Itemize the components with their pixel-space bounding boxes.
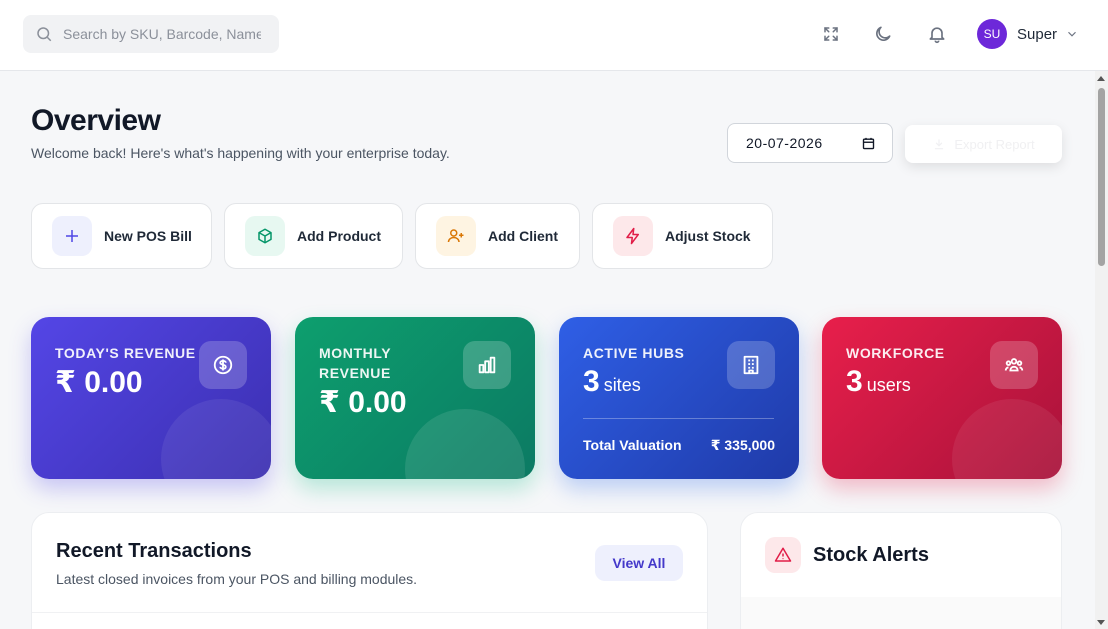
- box-icon: [245, 216, 285, 256]
- stat-value: 3 sites: [583, 365, 641, 399]
- stat-number: 3: [583, 365, 600, 398]
- bar-chart-icon: [463, 341, 511, 389]
- top-bar: SU Super: [0, 0, 1108, 71]
- stat-value: ₹ 0.00: [319, 386, 407, 419]
- download-icon: [935, 139, 944, 150]
- users-icon: [990, 341, 1038, 389]
- new-pos-bill-button[interactable]: New POS Bill: [31, 203, 212, 269]
- plus-icon: [52, 216, 92, 256]
- card-decoration: [161, 399, 271, 479]
- stat-unit: users: [866, 375, 911, 395]
- card-divider: [583, 418, 774, 419]
- stock-alerts-panel: Stock Alerts: [740, 512, 1062, 629]
- scroll-down-arrow-icon[interactable]: [1097, 620, 1105, 625]
- total-valuation-label: Total Valuation: [583, 437, 682, 453]
- building-icon: [727, 341, 775, 389]
- stat-unit: sites: [603, 375, 641, 395]
- export-report-button[interactable]: Export Report: [905, 125, 1062, 163]
- avatar: SU: [977, 19, 1007, 49]
- add-client-button[interactable]: Add Client: [415, 203, 580, 269]
- panel-title: Recent Transactions: [56, 540, 252, 562]
- chevron-down-icon: [1065, 27, 1079, 41]
- card-decoration: [952, 399, 1062, 479]
- stat-value: ₹ 0.00: [55, 366, 143, 399]
- page-title: Overview: [31, 104, 161, 137]
- bell-icon[interactable]: [925, 22, 949, 46]
- panel-title: Stock Alerts: [813, 544, 929, 566]
- stat-label: MONTHLY REVENUE: [319, 343, 391, 383]
- search-box[interactable]: [23, 15, 279, 53]
- stat-label-line1: MONTHLY: [319, 345, 392, 361]
- page-subtitle: Welcome back! Here's what's happening wi…: [31, 145, 450, 161]
- search-icon: [37, 27, 52, 42]
- warning-icon: [765, 537, 801, 573]
- stat-number: 3: [846, 365, 863, 398]
- add-client-label: Add Client: [488, 228, 558, 244]
- panel-subtitle: Latest closed invoices from your POS and…: [56, 571, 418, 587]
- user-plus-icon: [436, 216, 476, 256]
- scroll-thumb[interactable]: [1098, 88, 1105, 266]
- new-pos-bill-label: New POS Bill: [104, 228, 192, 244]
- user-name: Super: [1017, 25, 1058, 43]
- bolt-icon: [613, 216, 653, 256]
- active-hubs-card: ACTIVE HUBS 3 sites Total Valuation ₹ 335…: [559, 317, 799, 479]
- add-product-label: Add Product: [297, 228, 381, 244]
- stat-label-line2: REVENUE: [319, 365, 391, 381]
- stat-label: TODAY'S REVENUE: [55, 345, 196, 361]
- dollar-icon: [199, 341, 247, 389]
- search-input[interactable]: [63, 26, 261, 42]
- card-decoration: [405, 409, 525, 479]
- date-value: 20-07-2026: [746, 135, 823, 151]
- fullscreen-icon[interactable]: [819, 22, 843, 46]
- moon-icon[interactable]: [871, 22, 895, 46]
- monthly-revenue-card: MONTHLY REVENUE ₹ 0.00: [295, 317, 535, 479]
- stat-value: 3 users: [846, 365, 911, 399]
- workforce-card: WORKFORCE 3 users: [822, 317, 1062, 479]
- date-picker[interactable]: 20-07-2026: [727, 123, 893, 163]
- alert-list-area: [741, 597, 1061, 629]
- total-valuation-value: ₹ 335,000: [710, 437, 775, 453]
- add-product-button[interactable]: Add Product: [224, 203, 403, 269]
- recent-transactions-panel: Recent Transactions Latest closed invoic…: [31, 512, 708, 629]
- calendar-icon[interactable]: [861, 136, 876, 151]
- stat-label: ACTIVE HUBS: [583, 345, 685, 361]
- divider: [32, 612, 707, 613]
- export-report-label: Export Report: [954, 136, 1035, 152]
- view-all-button[interactable]: View All: [595, 545, 683, 581]
- stat-label: WORKFORCE: [846, 345, 945, 361]
- user-menu[interactable]: SU Super: [977, 19, 1079, 49]
- todays-revenue-card: TODAY'S REVENUE ₹ 0.00: [31, 317, 271, 479]
- adjust-stock-label: Adjust Stock: [665, 228, 751, 244]
- scroll-up-arrow-icon[interactable]: [1097, 76, 1105, 81]
- adjust-stock-button[interactable]: Adjust Stock: [592, 203, 773, 269]
- page-scrollbar[interactable]: [1095, 71, 1108, 629]
